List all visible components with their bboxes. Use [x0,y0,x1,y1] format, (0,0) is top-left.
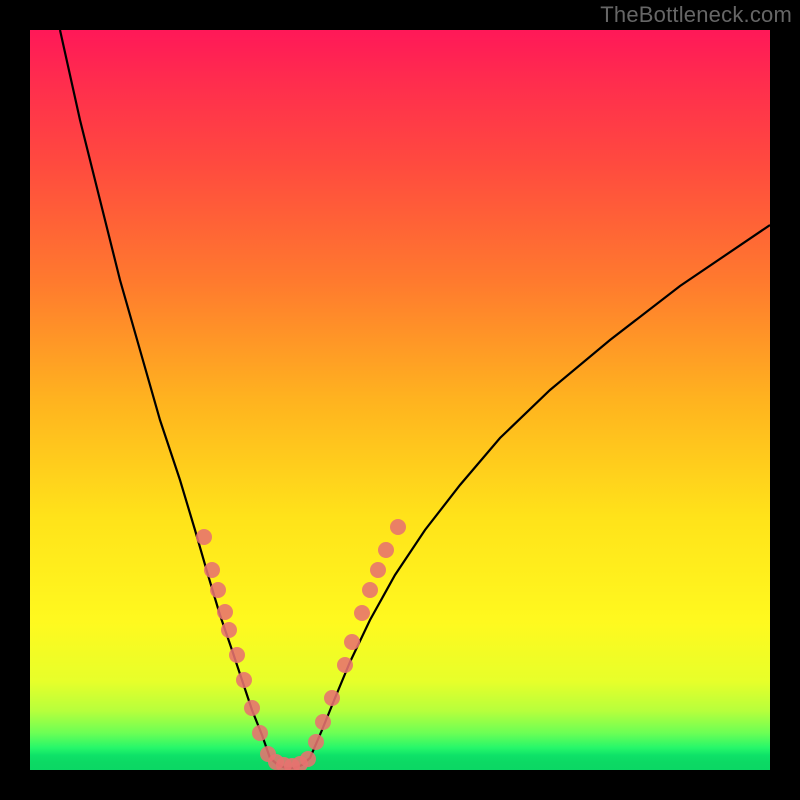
data-dot [217,604,233,620]
data-dot [308,734,324,750]
data-dot [362,582,378,598]
data-dot [315,714,331,730]
data-dot [324,690,340,706]
curve-path [60,30,770,768]
data-dot [370,562,386,578]
data-dot [229,647,245,663]
bottleneck-curve [30,30,770,770]
plot-area [30,30,770,770]
data-dot [210,582,226,598]
data-dot [354,605,370,621]
data-dot [378,542,394,558]
data-dot [221,622,237,638]
data-dot [252,725,268,741]
chart-frame: TheBottleneck.com [0,0,800,800]
data-dot [390,519,406,535]
data-dot [344,634,360,650]
data-dots [196,519,406,770]
data-dot [337,657,353,673]
data-dot [196,529,212,545]
data-dot [300,751,316,767]
data-dot [244,700,260,716]
data-dot [236,672,252,688]
watermark-text: TheBottleneck.com [600,2,792,28]
data-dot [204,562,220,578]
